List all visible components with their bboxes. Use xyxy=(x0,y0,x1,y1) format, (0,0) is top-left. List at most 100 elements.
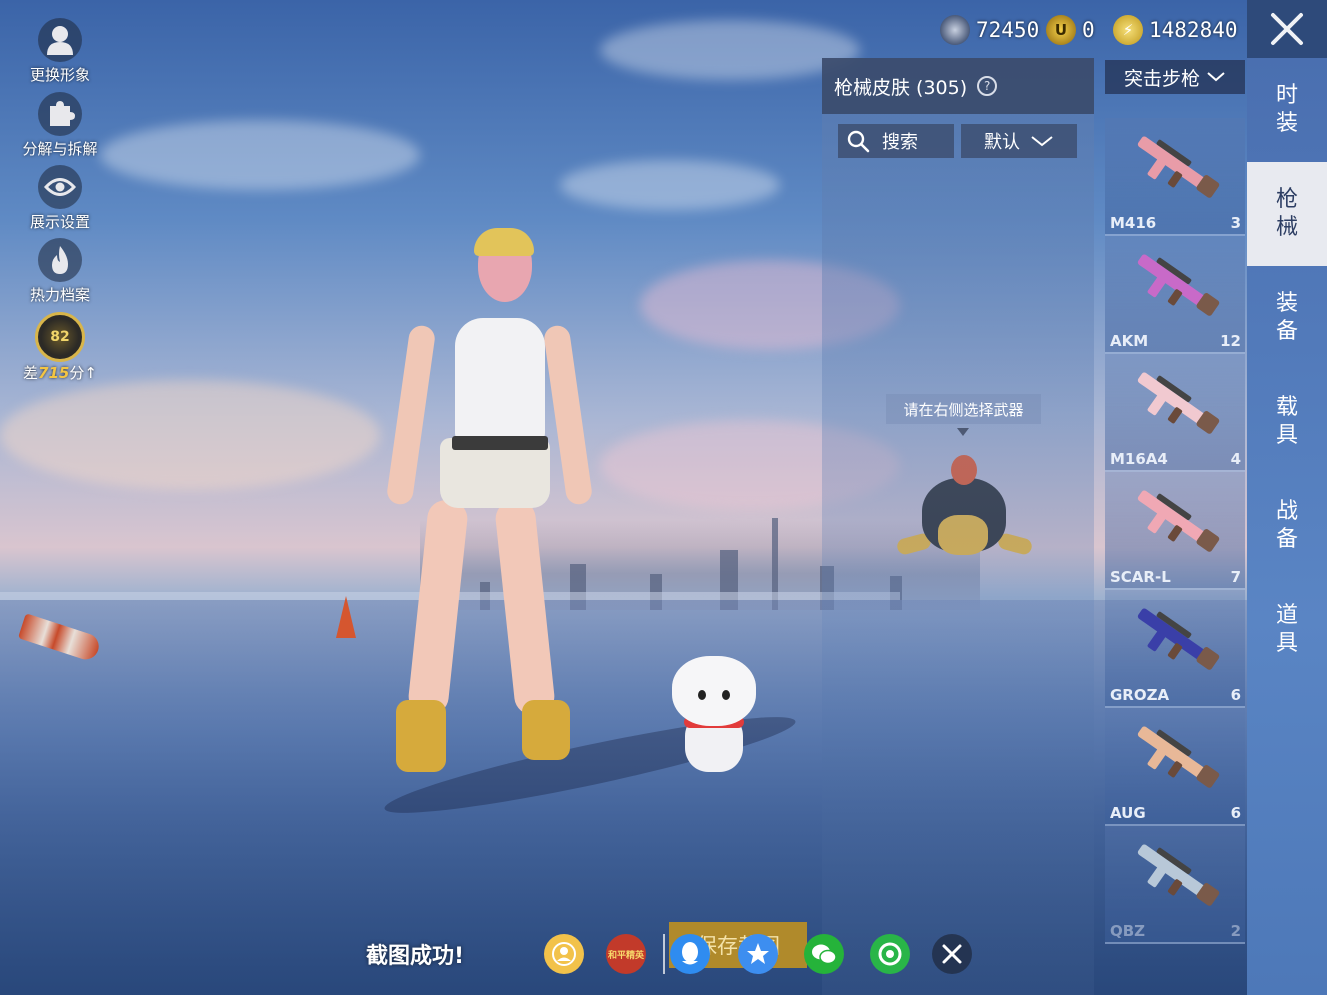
pet-cat-head xyxy=(672,656,756,726)
character-arm xyxy=(385,324,437,506)
category-tab-label: 时装 xyxy=(1275,83,1298,136)
weapon-skin-count: 2 xyxy=(1230,922,1241,940)
category-tab[interactable]: 时装 xyxy=(1247,58,1327,162)
silver-coin-icon xyxy=(940,15,970,45)
cloud xyxy=(0,380,380,490)
change-look-button[interactable]: 更换形象 xyxy=(14,18,106,85)
display-settings-button[interactable]: 展示设置 xyxy=(14,165,106,232)
search-icon xyxy=(847,130,870,153)
character-arm xyxy=(542,324,594,506)
category-tab[interactable]: 道具 xyxy=(1247,578,1327,682)
arrow-up-icon: ↑ xyxy=(84,364,97,382)
weapon-card[interactable]: M416 3 xyxy=(1105,118,1245,236)
category-tabs: 时装枪械装备载具战备道具 xyxy=(1247,58,1327,995)
weapon-category-label: 突击步枪 xyxy=(1123,67,1200,90)
weapon-card[interactable]: GROZA 6 xyxy=(1105,590,1245,708)
share-friend-icon[interactable] xyxy=(544,934,584,974)
category-tab-label: 载具 xyxy=(1275,395,1298,448)
sort-label: 默认 xyxy=(984,132,1020,153)
moments-icon[interactable] xyxy=(870,934,910,974)
close-share-button[interactable] xyxy=(932,934,972,974)
coupon-amount: 0 xyxy=(1082,18,1095,42)
weapon-name: GROZA xyxy=(1110,686,1170,704)
flame-icon xyxy=(38,238,82,282)
rifle-icon xyxy=(1137,844,1220,906)
display-settings-label: 展示设置 xyxy=(29,213,90,231)
close-button[interactable] xyxy=(1247,0,1327,58)
help-icon[interactable]: ? xyxy=(977,76,998,96)
character-belt xyxy=(452,436,548,450)
skins-panel-header: 枪械皮肤 (305) ? xyxy=(822,58,1094,114)
traffic-cone xyxy=(336,596,356,638)
puzzle-icon xyxy=(38,92,82,136)
coupon-coin-icon: U xyxy=(1046,15,1076,45)
rifle-icon xyxy=(1137,254,1220,316)
search-button[interactable]: 搜索 xyxy=(838,124,954,158)
change-look-label: 更换形象 xyxy=(29,66,90,84)
rifle-icon xyxy=(1137,608,1220,670)
cloud xyxy=(560,160,780,210)
wechat-icon[interactable] xyxy=(804,934,844,974)
character-tank-top xyxy=(455,318,545,443)
category-tab[interactable]: 枪械 xyxy=(1247,162,1327,266)
cloud xyxy=(100,120,420,190)
skins-panel-title: 枪械皮肤 (305) xyxy=(834,76,968,99)
person-icon xyxy=(38,18,82,62)
weapon-name: AKM xyxy=(1110,332,1149,350)
category-tab[interactable]: 装备 xyxy=(1247,266,1327,370)
rank-prefix: 差 xyxy=(23,364,39,382)
rank-points: 715 xyxy=(38,364,70,382)
close-icon xyxy=(942,944,962,964)
rank-level: 82 xyxy=(50,329,70,345)
cloud xyxy=(600,20,860,80)
chevron-down-icon xyxy=(1031,136,1053,147)
qzone-star-icon[interactable] xyxy=(738,934,778,974)
rifle-icon xyxy=(1137,372,1220,434)
weapon-card[interactable]: AUG 6 xyxy=(1105,708,1245,826)
game-badge-icon[interactable]: 和平精英 xyxy=(606,934,646,974)
weapon-skin-count: 6 xyxy=(1230,804,1241,822)
dismantle-label: 分解与拆解 xyxy=(22,140,98,158)
heat-archive-label: 热力档案 xyxy=(29,286,90,304)
energy-currency: ⚡ 1482840 xyxy=(1113,12,1238,48)
weapon-card[interactable]: M16A4 4 xyxy=(1105,354,1245,472)
weapon-name: M416 xyxy=(1110,214,1157,232)
weapon-name: QBZ xyxy=(1110,922,1146,940)
character-boot xyxy=(522,700,570,760)
category-tab[interactable]: 战备 xyxy=(1247,474,1327,578)
eye-icon xyxy=(38,165,82,209)
rank-progress: 差715分↑ xyxy=(14,362,106,383)
sort-dropdown[interactable]: 默认 xyxy=(961,124,1077,158)
weapon-card[interactable]: QBZ 2 xyxy=(1105,826,1245,944)
lightning-icon: ⚡ xyxy=(1113,15,1143,45)
heat-archive-button[interactable]: 热力档案 xyxy=(14,238,106,305)
qq-icon[interactable] xyxy=(670,934,710,974)
select-weapon-hint: 请在右侧选择武器 xyxy=(886,394,1041,424)
weapon-card[interactable]: SCAR-L 7 xyxy=(1105,472,1245,590)
chevron-down-icon xyxy=(1207,72,1225,82)
weapon-name: AUG xyxy=(1110,804,1146,822)
category-tab-label: 装备 xyxy=(1275,291,1298,344)
dismantle-button[interactable]: 分解与拆解 xyxy=(14,92,106,159)
weapon-skin-count: 3 xyxy=(1230,214,1241,232)
category-tab-label: 道具 xyxy=(1275,603,1298,656)
weapon-category-dropdown[interactable]: 突击步枪 xyxy=(1105,60,1245,94)
weapon-skin-count: 7 xyxy=(1230,568,1241,586)
hint-arrow-icon xyxy=(957,428,969,436)
rifle-icon xyxy=(1137,726,1220,788)
rank-badge-button[interactable]: 82 差715分↑ xyxy=(14,312,106,383)
weapon-card[interactable]: AKM 12 xyxy=(1105,236,1245,354)
search-label: 搜索 xyxy=(882,132,918,153)
weapon-skin-count: 4 xyxy=(1230,450,1241,468)
rifle-icon xyxy=(1137,490,1220,552)
silver-amount: 72450 xyxy=(976,18,1040,42)
category-tab-label: 战备 xyxy=(1275,499,1298,552)
close-icon xyxy=(1271,13,1303,45)
rank-badge-icon: 82 xyxy=(35,312,85,362)
weapon-list: M416 3 AKM 12 M16A4 4 SCAR-L 7 GROZA 6 AUG 6 QBZ 2 xyxy=(1105,118,1245,944)
help-mark: ? xyxy=(983,79,991,93)
skins-panel xyxy=(822,58,1094,995)
category-tab[interactable]: 载具 xyxy=(1247,370,1327,474)
game-badge-label: 和平精英 xyxy=(607,950,644,961)
weapon-skin-count: 12 xyxy=(1220,332,1241,350)
